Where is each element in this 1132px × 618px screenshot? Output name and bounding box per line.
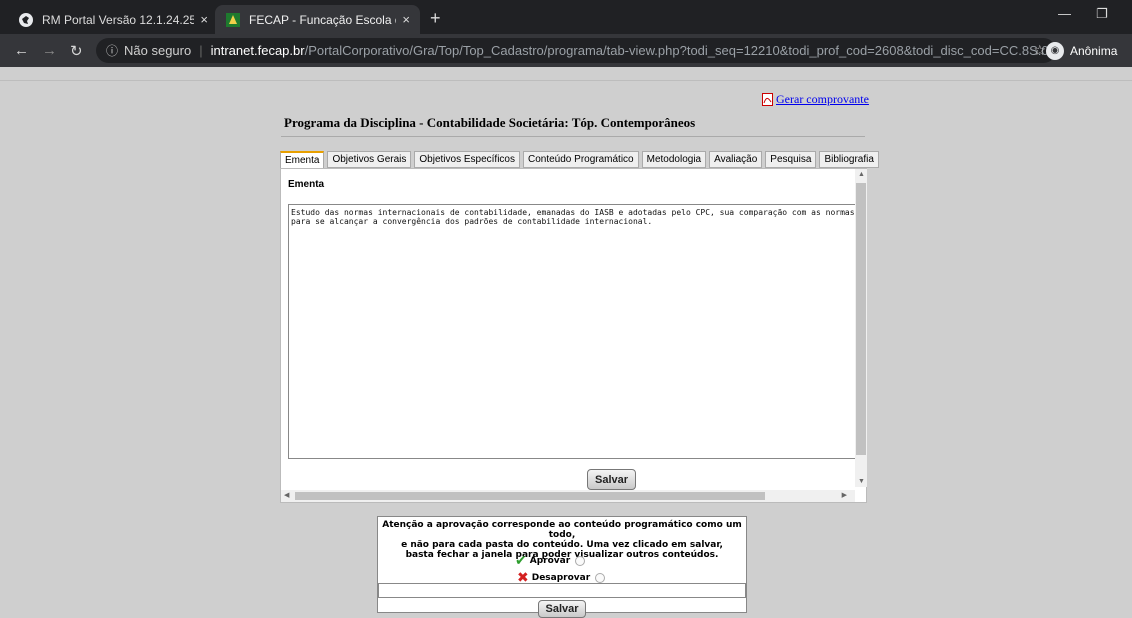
minimize-icon[interactable]: — (1058, 6, 1071, 21)
vertical-scroll-thumb[interactable] (856, 183, 866, 455)
tab-bibliografia[interactable]: Bibliografia (819, 151, 879, 168)
approval-save-button[interactable]: Salvar (538, 600, 586, 618)
browser-toolbar: ← → ↻ ⓘ Não seguro | intranet.fecap.br/P… (0, 34, 1132, 67)
generate-receipt-link[interactable]: Gerar comprovante (762, 92, 869, 107)
scroll-right-icon[interactable]: ▶ (842, 491, 847, 499)
bookmark-star-icon[interactable]: ☆ (1033, 42, 1046, 59)
pdf-icon (762, 93, 773, 106)
tab-conteudo-programatico[interactable]: Conteúdo Programático (523, 151, 639, 168)
vertical-scrollbar[interactable]: ▲ ▼ (855, 169, 867, 487)
tab-avaliacao[interactable]: Avaliação (709, 151, 763, 168)
address-separator: | (199, 43, 203, 58)
scroll-down-icon[interactable]: ▼ (858, 478, 865, 485)
observation-input[interactable] (378, 583, 746, 598)
back-arrow-icon[interactable]: ← (14, 42, 29, 59)
panel-heading: Ementa (288, 179, 325, 190)
incognito-profile[interactable]: ◉ Anônima (1046, 39, 1117, 62)
approve-label: Aprovar (529, 556, 571, 566)
title-divider (281, 136, 865, 137)
tab-objetivos-gerais[interactable]: Objetivos Gerais (327, 151, 412, 168)
info-icon[interactable]: ⓘ (106, 42, 118, 59)
browser-tab-bar: RM Portal Versão 12.1.24.253 × FECAP - F… (0, 0, 1132, 34)
approve-radio[interactable] (575, 556, 586, 566)
checkmark-icon: ✔ (515, 553, 527, 569)
tab-metodologia[interactable]: Metodologia (641, 151, 707, 168)
ementa-text-line: para se alcançar a convergência dos padr… (291, 217, 653, 226)
reload-icon[interactable]: ↻ (70, 42, 83, 60)
notice-line: Atenção a aprovação corresponde ao conte… (382, 520, 742, 540)
close-tab-icon[interactable]: × (402, 12, 410, 27)
tab-title: RM Portal Versão 12.1.24.253 (42, 12, 195, 27)
close-tab-icon[interactable]: × (200, 12, 208, 27)
forward-arrow-icon[interactable]: → (42, 42, 57, 59)
ementa-text-line: Estudo das normas internacionais de cont… (291, 208, 856, 217)
fecap-logo-icon (226, 12, 240, 27)
profile-label: Anônima (1070, 43, 1118, 58)
address-bar[interactable]: ⓘ Não seguro | intranet.fecap.br/PortalC… (96, 38, 1056, 63)
browser-tab-fecap[interactable]: FECAP - Funcação Escola de Com × (215, 5, 420, 34)
tab-ementa[interactable]: Ementa (280, 151, 325, 169)
ementa-textarea[interactable]: Estudo das normas internacionais de cont… (288, 204, 856, 459)
url-host: intranet.fecap.br (210, 43, 305, 58)
browser-tab-rm-portal[interactable]: RM Portal Versão 12.1.24.253 × (8, 5, 218, 34)
approve-option[interactable]: ✔ Aprovar (515, 553, 586, 569)
security-label: Não seguro (124, 43, 192, 58)
notice-line: e não para cada pasta do conteúdo. Uma v… (401, 540, 723, 550)
tab-objetivos-especificos[interactable]: Objetivos Específicos (414, 151, 520, 168)
restore-icon[interactable]: ❐ (1096, 6, 1108, 22)
disapprove-label: Desaprovar (531, 573, 591, 583)
horizontal-scroll-thumb[interactable] (295, 492, 765, 500)
tab-title: FECAP - Funcação Escola de Com (249, 12, 396, 27)
horizontal-scrollbar[interactable]: ◀ ▶ (281, 490, 855, 502)
globe-icon (19, 12, 33, 27)
ementa-panel: Ementa Estudo das normas internacionais … (280, 168, 867, 503)
url-path: /PortalCorporativo/Gra/Top/Top_Cadastro/… (304, 43, 1056, 58)
generate-receipt-label: Gerar comprovante (776, 92, 869, 106)
scroll-left-icon[interactable]: ◀ (284, 491, 289, 499)
program-tabs: Ementa Objetivos Gerais Objetivos Especí… (280, 151, 879, 169)
scroll-up-icon[interactable]: ▲ (858, 171, 865, 178)
save-button[interactable]: Salvar (587, 469, 636, 490)
tab-pesquisa[interactable]: Pesquisa (765, 151, 817, 168)
page-title: Programa da Disciplina - Contabilidade S… (284, 115, 696, 130)
approval-box: Atenção a aprovação corresponde ao conte… (377, 516, 747, 618)
new-tab-button[interactable]: + (430, 8, 441, 29)
incognito-icon: ◉ (1046, 41, 1064, 60)
disapprove-radio[interactable] (595, 573, 606, 583)
page-divider (0, 80, 1132, 81)
